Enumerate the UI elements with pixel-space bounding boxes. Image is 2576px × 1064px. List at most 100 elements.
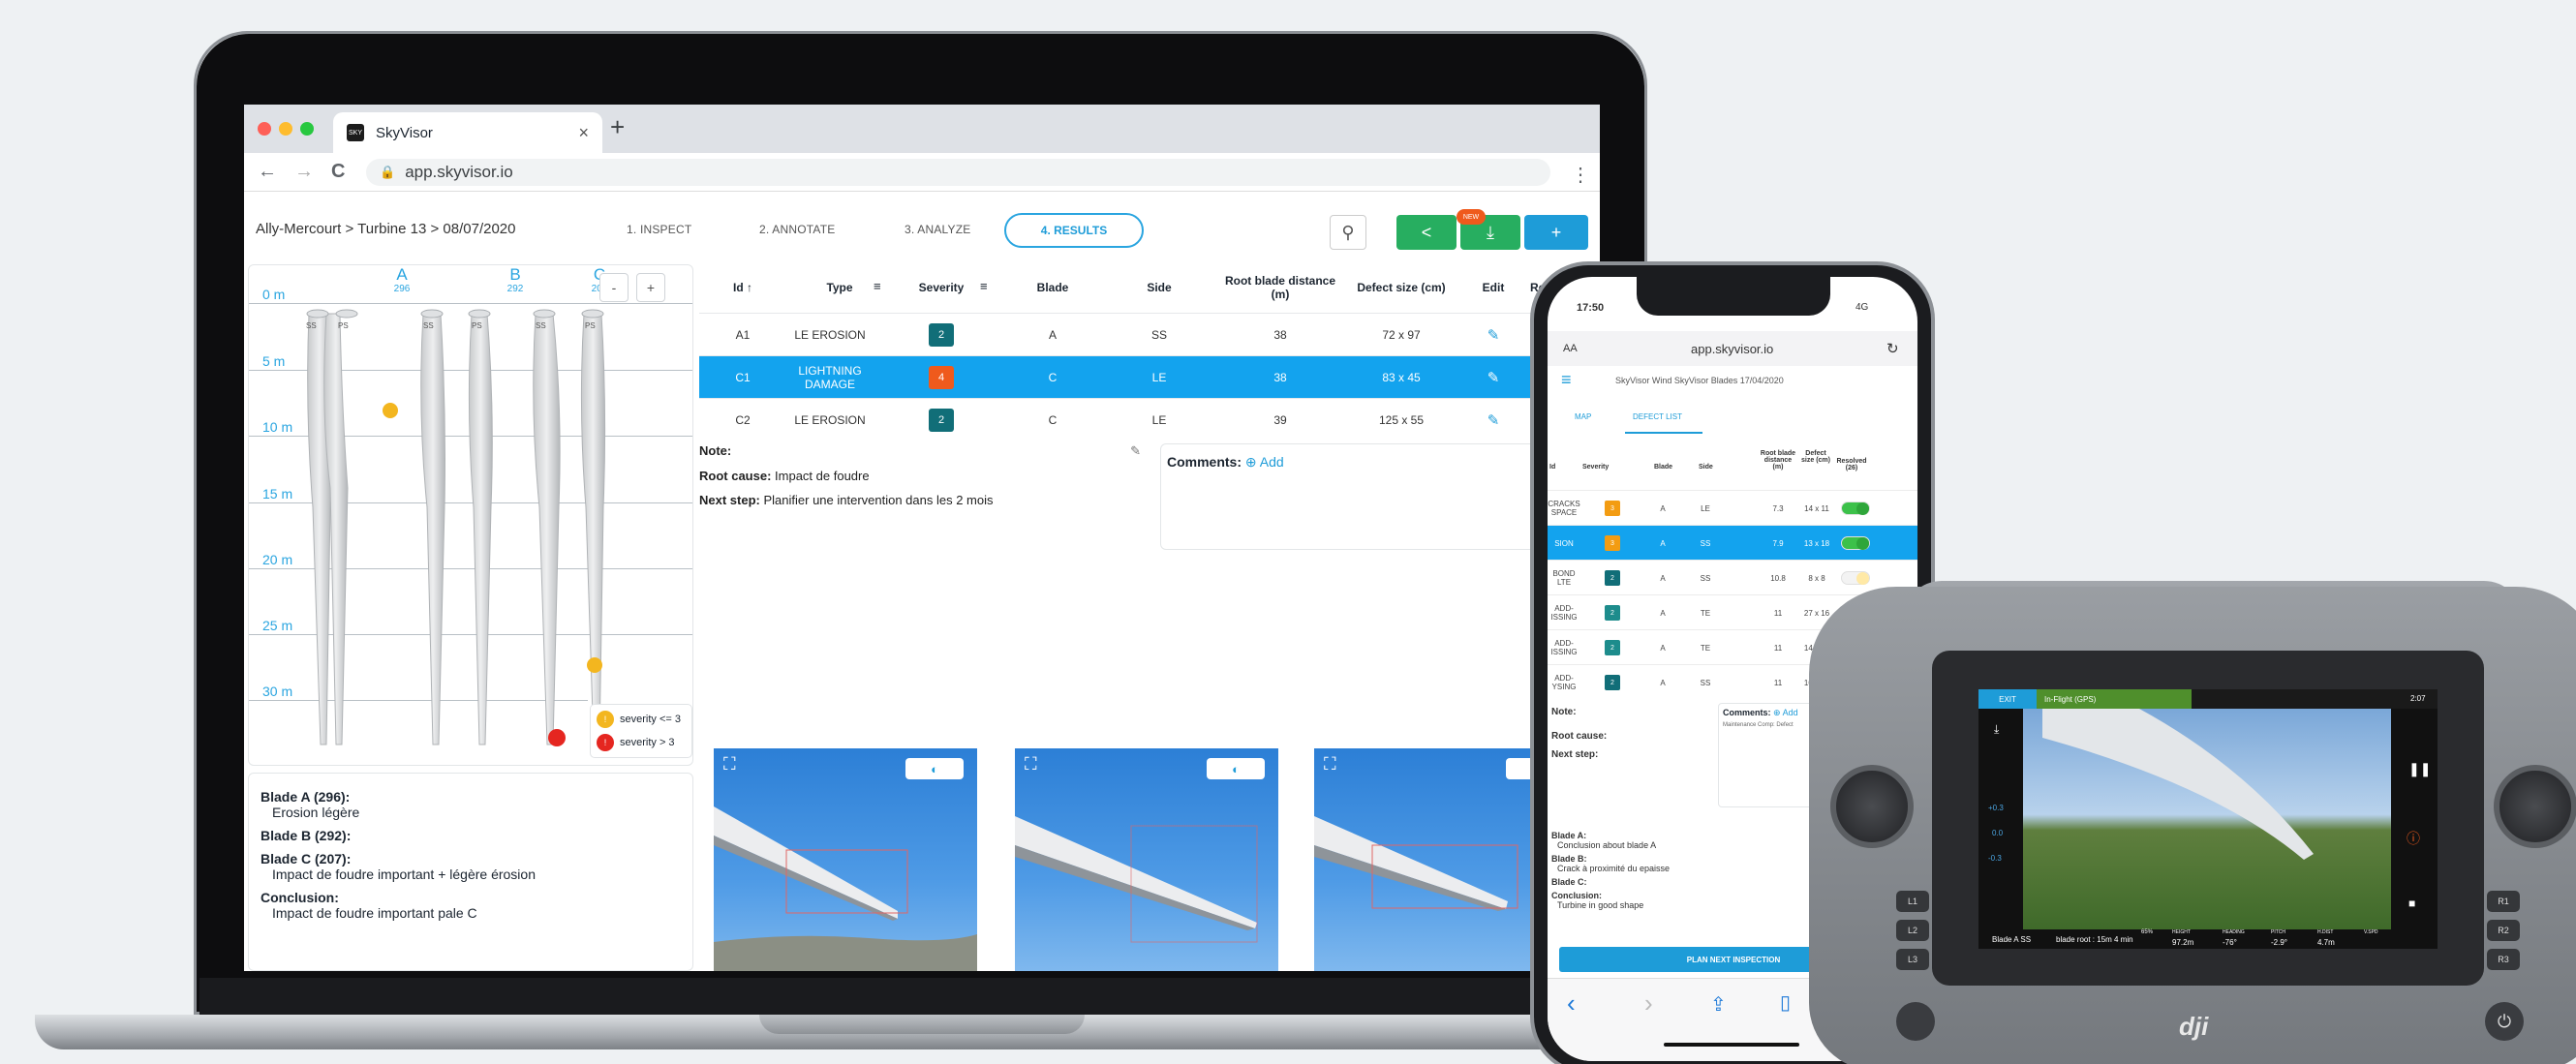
add-comment-button[interactable]: ⊕ Add [1245, 454, 1284, 470]
phone-forward-icon[interactable]: › [1644, 988, 1653, 1018]
phone-col-severity[interactable]: Severity [1582, 464, 1609, 471]
controller-function-button[interactable] [1896, 1002, 1935, 1041]
expand-icon[interactable]: ⛶ [1025, 754, 1037, 775]
ev-plus-value[interactable]: +0.3 [1988, 804, 2004, 812]
download-icon[interactable]: ⤓ [1994, 722, 1999, 737]
column-header-defect-size[interactable]: Defect size (cm) [1338, 281, 1464, 294]
defect-marker-c1[interactable] [548, 729, 566, 746]
filter-icon[interactable]: ≡ [980, 279, 988, 293]
edit-note-icon[interactable]: ✎ [1130, 443, 1141, 459]
search-button[interactable]: ⚲ [1330, 215, 1366, 250]
share-button[interactable]: < [1396, 215, 1457, 250]
phone-add-comment-button[interactable]: ⊕ Add [1773, 708, 1798, 717]
defect-marker-c2[interactable] [587, 657, 602, 673]
phone-resolved-toggle[interactable] [1841, 502, 1870, 515]
column-header-edit: Edit [1482, 281, 1505, 294]
step-analyze[interactable]: 3. ANALYZE [905, 223, 970, 236]
left-joystick[interactable] [1830, 765, 1914, 848]
phone-col-blade[interactable]: Blade [1654, 464, 1672, 471]
defect-marker-a1[interactable] [383, 403, 398, 418]
phone-col-resolved[interactable]: Resolved (26) [1834, 458, 1869, 471]
contrast-toggle-icon[interactable]: ◐ [905, 758, 964, 779]
l1-button[interactable]: L1 [1896, 891, 1929, 912]
phone-col-side[interactable]: Side [1699, 464, 1713, 471]
step-results[interactable]: 4. RESULTS [1004, 213, 1144, 248]
url-text: app.skyvisor.io [405, 163, 513, 181]
cell-type: LE EROSION [794, 413, 866, 427]
step-inspect[interactable]: 1. INSPECT [627, 223, 691, 236]
l2-button[interactable]: L2 [1896, 920, 1929, 941]
phone-tab-defect-list[interactable]: DEFECT LIST [1633, 412, 1682, 421]
phone-cell-id: CRACKS SPACE [1548, 500, 1580, 517]
phone-reload-icon[interactable]: ↻ [1886, 340, 1899, 357]
cell-type: LIGHTNING DAMAGE [798, 364, 862, 391]
phone-resolved-toggle[interactable] [1841, 571, 1870, 585]
phone-back-icon[interactable]: ‹ [1567, 988, 1576, 1018]
browser-tab[interactable]: SKY SkyVisor × [333, 112, 602, 153]
defect-image[interactable]: ⛶ ◐ [1015, 748, 1278, 971]
column-header-severity[interactable]: Severity [907, 281, 975, 294]
column-header-id[interactable]: Id ↑ [719, 281, 767, 294]
phone-col-root[interactable]: Root blade distance (m) [1759, 450, 1797, 471]
phone-share-icon[interactable]: ⇪ [1710, 992, 1727, 1017]
right-joystick[interactable] [2494, 765, 2576, 848]
column-header-type[interactable]: Type [806, 281, 874, 294]
defect-image[interactable]: ⛶ ◐ [714, 748, 977, 971]
phone-cell-blade: A [1660, 503, 1666, 513]
table-row[interactable]: A1 LE EROSION 2 A SS 38 72 x 97 ✎ [699, 313, 1600, 355]
r1-button[interactable]: R1 [2487, 891, 2520, 912]
stop-icon[interactable]: ■ [2408, 897, 2415, 910]
ev-minus-value[interactable]: -0.3 [1988, 854, 2002, 863]
edit-icon[interactable]: ✎ [1487, 326, 1500, 344]
close-tab-icon[interactable]: × [578, 123, 589, 143]
phone-table-row[interactable]: CRACKS SPACE 3 A LE 7.3 14 x 11 [1548, 490, 1917, 525]
breadcrumb[interactable]: Ally-Mercourt > Turbine 13 > 08/07/2020 [256, 221, 516, 237]
filter-icon[interactable]: ≡ [874, 279, 881, 293]
alert-icon[interactable]: ⓘ [2407, 829, 2420, 848]
phone-resolved-toggle[interactable] [1841, 536, 1870, 550]
phone-table-row[interactable]: BOND LTE 2 A SS 10.8 8 x 8 [1548, 560, 1917, 594]
blade-drawing[interactable] [249, 265, 693, 766]
camera-feed[interactable] [2023, 709, 2391, 929]
side-label: PS [472, 321, 482, 330]
edit-icon[interactable]: ✎ [1487, 369, 1500, 386]
cell-type: LE EROSION [794, 328, 866, 342]
expand-icon[interactable]: ⛶ [723, 754, 736, 775]
column-header-side[interactable]: Side [1130, 281, 1188, 294]
telemetry-pitch-label: PITCH [2271, 929, 2285, 935]
hamburger-menu-icon[interactable]: ≡ [1561, 370, 1572, 390]
column-header-blade[interactable]: Blade [1019, 281, 1087, 294]
forward-icon[interactable]: → [294, 161, 314, 183]
maximize-window-icon[interactable] [300, 122, 314, 136]
phone-tab-map[interactable]: MAP [1575, 412, 1591, 421]
minimize-window-icon[interactable] [279, 122, 292, 136]
power-icon[interactable]: ⏻ [2485, 1002, 2524, 1041]
phone-col-size[interactable]: Defect size (cm) [1801, 450, 1830, 464]
edit-icon[interactable]: ✎ [1487, 411, 1500, 429]
contrast-toggle-icon[interactable]: ◐ [1207, 758, 1265, 779]
expand-icon[interactable]: ⛶ [1324, 754, 1336, 775]
phone-col-id[interactable]: Id [1549, 464, 1555, 471]
close-window-icon[interactable] [258, 122, 271, 136]
phone-url-bar[interactable]: AA app.skyvisor.io ↻ [1548, 331, 1917, 366]
table-row[interactable]: C2 LE EROSION 2 C LE 39 125 x 55 ✎ [699, 398, 1600, 441]
table-row-selected[interactable]: C1 LIGHTNING DAMAGE 4 C LE 38 83 x 45 ✎ [699, 355, 1600, 398]
step-annotate[interactable]: 2. ANNOTATE [759, 223, 835, 236]
exit-button[interactable]: EXIT [1978, 689, 2037, 709]
phone-bookmarks-icon[interactable]: ▯ [1780, 990, 1791, 1015]
phone-table-row-selected[interactable]: SION 3 A SS 7.9 13 x 18 [1548, 525, 1917, 560]
column-header-root-distance[interactable]: Root blade distance (m) [1222, 274, 1338, 301]
phone-comments-label: Comments: [1723, 708, 1771, 717]
pause-icon[interactable]: ❚❚ [2408, 761, 2431, 777]
new-tab-button[interactable]: + [610, 112, 625, 142]
back-icon[interactable]: ← [258, 161, 277, 183]
r3-button[interactable]: R3 [2487, 949, 2520, 970]
telemetry-height-label: HEIGHT [2172, 929, 2191, 935]
l3-button[interactable]: L3 [1896, 949, 1929, 970]
reload-icon[interactable]: C [331, 161, 345, 183]
browser-menu-icon[interactable]: ⋮ [1571, 163, 1590, 187]
reader-aa[interactable]: AA [1563, 343, 1578, 354]
add-user-button[interactable]: + [1524, 215, 1588, 250]
r2-button[interactable]: R2 [2487, 920, 2520, 941]
address-bar[interactable]: 🔒 app.skyvisor.io [366, 159, 1550, 186]
